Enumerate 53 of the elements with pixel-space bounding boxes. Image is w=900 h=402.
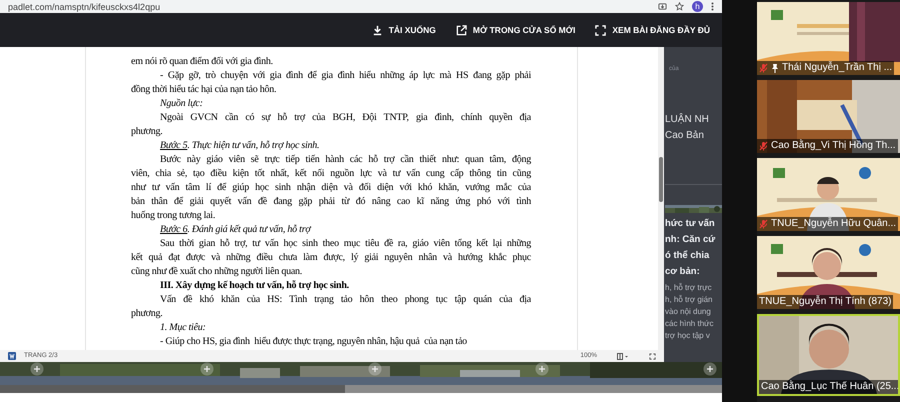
- video-tile[interactable]: Thái Nguyễn_Trần Thị ...: [757, 2, 900, 75]
- video-tile[interactable]: TNUE_Nguyễn Thị Tính (873): [757, 236, 900, 309]
- paragraph: 1. Mục tiêu:: [159, 321, 207, 335]
- post-heading: hức tư vấn: [665, 217, 716, 231]
- post-text: các hình thức: [665, 318, 714, 330]
- more-icon[interactable]: [711, 2, 714, 11]
- add-icon[interactable]: [200, 362, 214, 376]
- add-icon[interactable]: [30, 362, 44, 376]
- url-text[interactable]: padlet.com/namsptn/kifeusckxs4l2qpu: [8, 2, 650, 12]
- video-tile[interactable]: TNUE_Nguyễn Hữu Quân...: [757, 158, 900, 231]
- install-icon[interactable]: [658, 2, 667, 11]
- participant-name: TNUE_Nguyễn Thị Tính (873): [759, 296, 892, 308]
- paragraph: - Gặp gỡ, trò chuyện với gia đình để gia đình hiểu những áp lực mà HS đang gặp phải đồng thời hiểu tác hại của nạn tảo hôn.: [131, 69, 531, 97]
- add-icon[interactable]: [703, 362, 717, 376]
- paragraph: - Giúp cho HS, gia đình hiểu được thực trạng, nguyên nhân, hậu quả của nạn tảo: [159, 335, 468, 349]
- post-text: h, hỗ trợ gián: [665, 294, 714, 306]
- paragraph: Bước này giáo viên sẽ trực tiếp tiến hành các hỗ trợ cần thiết như: quan tâm, động viên, chia sẻ, tạo điều kiện tốt nhất, kết nối nguồn lực và tư vấn cung cấp thông tin cũng như tư vấn tâm lí để giúp học sinh nhận diện và đối diện với khó khăn, vướng mắc của bản thân để giải quyết vấn đề đang gặp phải từ đó nâng cao kĩ năng ứng phó với tình huống trong tương lai.: [131, 153, 531, 223]
- post-text: vào nội dung: [665, 306, 712, 318]
- participant-name: Cao Bằng_Vi Thị Hồng Th...: [771, 140, 896, 152]
- post-heading: cơ bản:: [665, 265, 701, 279]
- add-icon[interactable]: [535, 362, 549, 376]
- profile-avatar[interactable]: h: [692, 1, 703, 12]
- video-tile[interactable]: Cao Bằng_Lục Thế Huân (25...: [757, 314, 900, 396]
- fit-icon[interactable]: [649, 352, 656, 360]
- paragraph: Sau thời gian hỗ trợ, tư vấn học sinh theo mục tiêu đề ra, giáo viên tổng kết lại những kết quả đạt được và những điều chưa làm được, lý giải nguyên nhân và hướng khắc phục cũng như đề xuất cho những người liên quan.: [131, 237, 531, 279]
- video-tile[interactable]: Cao Bằng_Vi Thị Hồng Th...: [757, 80, 900, 153]
- toolbar-button[interactable]: MỞ TRONG CỬA SỔ MỚI: [456, 24, 576, 36]
- paragraph: Bước 5. Thực hiện tư vấn, hỗ trợ học sinh.: [159, 139, 320, 153]
- scrollbar-thumb[interactable]: [345, 385, 722, 393]
- layout-icon[interactable]: [617, 352, 629, 360]
- paragraph: Nguồn lực:: [159, 97, 204, 111]
- paragraph: Vấn đề khó khăn của HS: Tình trạng tảo hôn theo phong tục tập quán của địa phương.: [131, 293, 531, 321]
- post-heading: nh: Căn cứ: [665, 233, 716, 247]
- participant-name: TNUE_Nguyễn Hữu Quân...: [771, 218, 896, 230]
- star-icon[interactable]: [675, 2, 684, 11]
- post-text: h, hỗ trợ trực: [665, 282, 713, 294]
- add-icon[interactable]: [368, 362, 382, 376]
- toolbar-button[interactable]: TẢI XUỐNG: [372, 24, 436, 36]
- paragraph: Bước 6. Đánh giá kết quả tư vấn, hỗ trợ: [159, 223, 312, 237]
- fullscreen-icon: [595, 24, 606, 36]
- participant-name: Cao Bằng_Lục Thế Huân (25...: [761, 381, 898, 393]
- post-text: trợ học tập v: [665, 330, 711, 342]
- paragraph: Ngoài GVCN cần có sự hỗ trợ của BGH, Đội TNTP, gia đình, chính quyền địa phương.: [131, 111, 531, 139]
- download-icon: [372, 24, 383, 36]
- section-heading: III. Xây dựng kế hoạch tư vấn, hỗ trợ học sinh.: [159, 279, 350, 293]
- toolbar-button[interactable]: XEM BÀI ĐĂNG ĐẦY ĐỦ: [595, 24, 710, 36]
- post-title: LUẬN NH: [665, 112, 710, 127]
- paragraph: em nói rõ quan điểm đối với gia đình.: [131, 55, 274, 69]
- post-title: Cao Bản: [665, 129, 705, 143]
- post-heading: ó thể chia: [665, 249, 710, 263]
- scrollbar-thumb[interactable]: [659, 157, 663, 202]
- participant-name: Thái Nguyễn_Trần Thị ...: [782, 62, 892, 74]
- open-in-new-window-icon: [456, 24, 467, 36]
